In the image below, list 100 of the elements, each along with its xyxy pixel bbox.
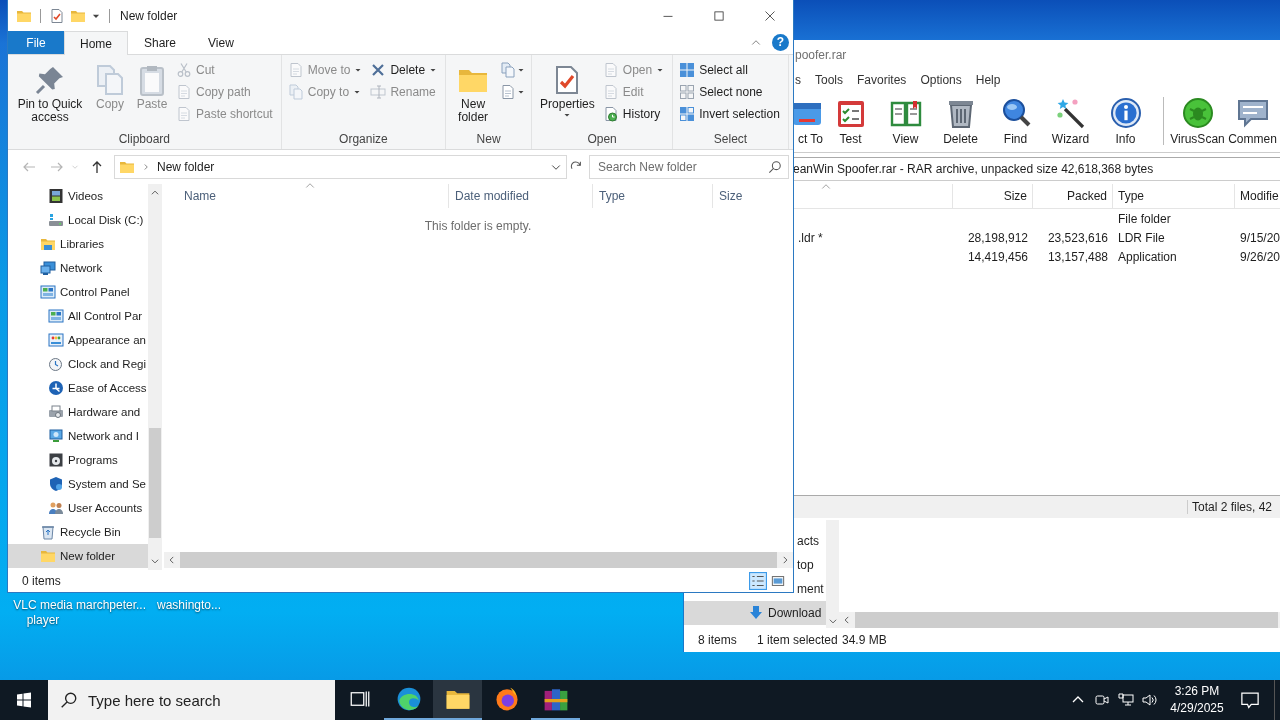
help-button[interactable]: ?: [772, 34, 789, 51]
scroll-left-icon: [842, 615, 852, 625]
ribbon-button[interactable]: Select none: [677, 81, 784, 103]
caret-icon: [517, 88, 526, 96]
nav-item[interactable]: Appearance an: [8, 328, 148, 352]
nav-item[interactable]: Programs: [8, 448, 148, 472]
table-cell-text: Application: [1117, 248, 1178, 266]
ribbon-tab[interactable]: Home: [64, 31, 128, 55]
ribbon-tab[interactable]: View: [192, 31, 250, 54]
menu-item[interactable]: Help: [975, 73, 1001, 87]
address-bar[interactable]: New folder: [114, 155, 567, 179]
folder-icon: [40, 548, 56, 564]
x-mark-icon: [370, 62, 387, 78]
scroll-down-icon: [827, 616, 838, 626]
ribbon-group-label: Open: [586, 131, 618, 148]
toolbar-button[interactable]: ct To: [793, 96, 823, 146]
nav-item[interactable]: top: [794, 553, 826, 577]
folder-icon: [119, 159, 135, 175]
menu-item[interactable]: Favorites: [857, 73, 907, 87]
document-icon: [176, 106, 192, 122]
status-text: 0 items: [22, 574, 61, 588]
menu-item[interactable]: s: [795, 73, 801, 87]
nav-item[interactable]: Download: [684, 601, 826, 625]
table-cell-text: 14,419,456: [966, 248, 1029, 266]
pages-icon: [94, 64, 126, 96]
caret-icon: [353, 88, 362, 96]
scrollbar-thumb[interactable]: [148, 428, 161, 538]
speaker-icon[interactable]: [1142, 692, 1158, 708]
ribbon-button[interactable]: Properties: [536, 59, 599, 119]
scrollbar[interactable]: [826, 520, 839, 628]
status-text: 8 items: [698, 633, 738, 647]
nav-item[interactable]: Control Panel: [8, 280, 148, 304]
clock-date[interactable]: 4/29/2025: [1170, 700, 1224, 717]
nav-item[interactable]: acts: [794, 529, 826, 553]
toolbar-button[interactable]: Info: [1098, 96, 1153, 146]
menu-item[interactable]: Options: [920, 73, 962, 87]
nav-item[interactable]: Videos: [8, 184, 148, 208]
tiles-view-icon[interactable]: [771, 574, 785, 588]
column-header[interactable]: Size: [713, 184, 793, 208]
search-field[interactable]: Search New folder: [589, 155, 789, 179]
column-header[interactable]: Type: [1113, 184, 1235, 208]
nav-item[interactable]: Libraries: [8, 232, 148, 256]
scissors-icon: [176, 62, 192, 78]
checked-document-icon[interactable]: [49, 7, 65, 24]
flame-globe-icon: [493, 686, 520, 712]
nav-item[interactable]: Hardware and: [8, 400, 148, 424]
film-icon: [48, 188, 64, 204]
nav-item[interactable]: All Control Par: [8, 304, 148, 328]
status-text: 34.9 MB: [842, 633, 887, 647]
nav-item[interactable]: Network and I: [8, 424, 148, 448]
ribbon-button[interactable]: History: [600, 103, 669, 125]
ribbon-button[interactable]: New folder: [450, 59, 497, 124]
toolbar-button[interactable]: VirusScan: [1170, 96, 1225, 146]
toolbar-button[interactable]: Wizard: [1043, 96, 1098, 146]
speech-bubble-icon[interactable]: [1240, 690, 1260, 710]
ribbon-tab[interactable]: Share: [128, 31, 193, 54]
nav-item[interactable]: ment: [794, 577, 826, 601]
toolbar-button[interactable]: Find: [988, 96, 1043, 146]
clock-time[interactable]: 3:26 PM: [1174, 683, 1220, 700]
details-view-icon[interactable]: [749, 572, 767, 590]
camera-icon[interactable]: [1094, 692, 1110, 708]
ribbon-button[interactable]: Delete: [368, 59, 442, 81]
column-header[interactable]: Packed: [1033, 184, 1113, 208]
ribbon-group-label: Clipboard: [117, 131, 172, 148]
nav-item[interactable]: Clock and Regi: [8, 352, 148, 376]
search-field[interactable]: Type here to search: [48, 680, 335, 720]
ribbon-button[interactable]: Select all: [677, 59, 784, 81]
bug-icon: [1181, 96, 1214, 129]
nav-item[interactable]: Recycle Bin: [8, 520, 148, 544]
column-header[interactable]: Type: [593, 184, 713, 208]
bin-icon: [40, 524, 56, 540]
toolbar-button[interactable]: Delete: [933, 96, 988, 146]
column-header[interactable]: Date modified: [449, 184, 593, 208]
scroll-down-icon: [149, 556, 160, 566]
nav-item[interactable]: Local Disk (C:): [8, 208, 148, 232]
table-cell-text: 9/26/20: [1239, 248, 1280, 266]
wand-icon: [1054, 96, 1087, 129]
column-header[interactable]: Size: [953, 184, 1033, 208]
toolbar-button[interactable]: Commen: [1225, 96, 1280, 146]
accessibility-icon: [48, 380, 64, 396]
scrollbar[interactable]: [147, 184, 162, 570]
nav-item[interactable]: Ease of Access: [8, 376, 148, 400]
grid-icon: [679, 106, 696, 122]
pages-icon: [287, 84, 304, 100]
taskbar-app-button[interactable]: [433, 680, 482, 720]
wired-network-icon[interactable]: [1118, 692, 1134, 708]
books-icon: [542, 686, 569, 712]
monitor-icon: [48, 428, 64, 444]
nav-item[interactable]: New folder: [8, 544, 148, 568]
column-header[interactable]: Modifie: [1235, 184, 1280, 208]
toolbar-button[interactable]: Test: [823, 96, 878, 146]
ribbon-button[interactable]: Invert selection: [677, 103, 784, 125]
nav-item[interactable]: System and Se: [8, 472, 148, 496]
toolbar-button[interactable]: View: [878, 96, 933, 146]
column-header[interactable]: Name: [164, 184, 449, 208]
menu-item[interactable]: Tools: [815, 73, 843, 87]
nav-item[interactable]: Network: [8, 256, 148, 280]
ribbon-button[interactable]: Pin to Quick access: [12, 59, 88, 124]
ribbon-tab[interactable]: File: [8, 31, 64, 54]
nav-item[interactable]: User Accounts: [8, 496, 148, 520]
